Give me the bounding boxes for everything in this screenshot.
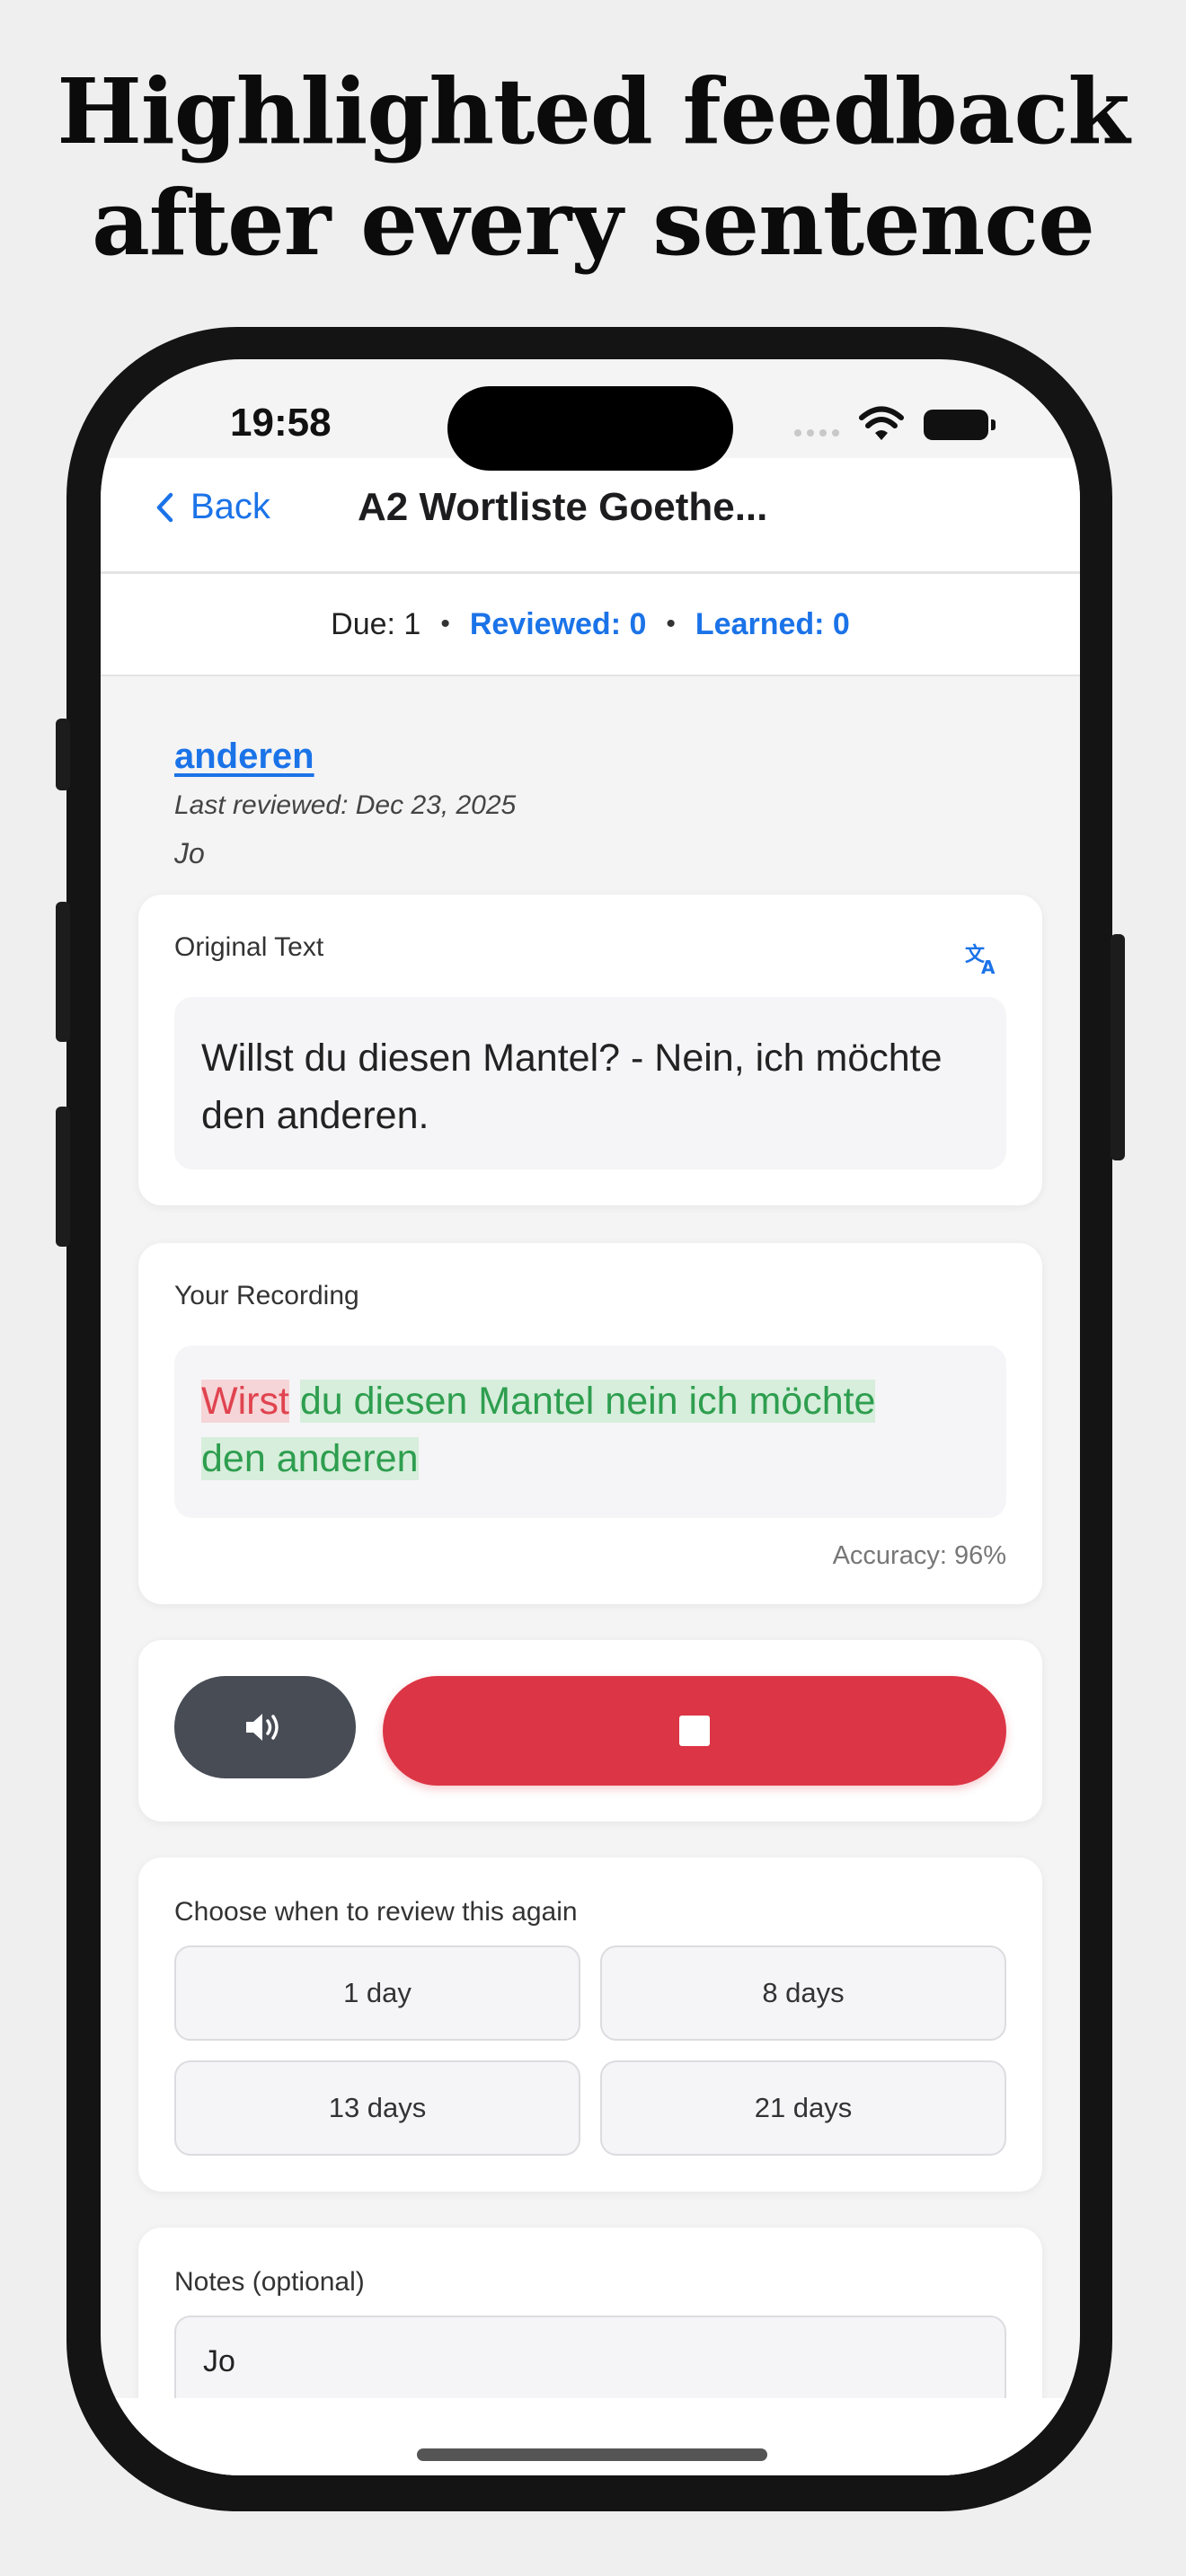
chevron-left-icon (156, 492, 173, 522)
recording-label: Your Recording (174, 1281, 359, 1310)
last-reviewed: Last reviewed: Dec 23, 2025 (174, 790, 517, 820)
separator-dot: • (440, 609, 450, 639)
incorrect-word-highlight: Wirst (201, 1380, 289, 1423)
svg-text:A: A (981, 957, 996, 975)
correct-words-line-2: den anderen (201, 1437, 419, 1480)
wifi-icon (859, 406, 904, 440)
headline: Highlighted feedback after every sentenc… (0, 56, 1186, 278)
stop-icon (679, 1716, 710, 1746)
separator-dot: • (666, 609, 676, 639)
original-text-card: Original Text 文 A Willst du diesen Mante… (138, 895, 1042, 1205)
original-text: Willst du diesen Mantel? - Nein, ich möc… (201, 1037, 943, 1137)
back-label: Back (190, 487, 270, 526)
word-link[interactable]: anderen (174, 737, 314, 777)
original-text-label: Original Text (174, 932, 324, 962)
phone-volume-up-button (56, 902, 70, 1042)
review-option-8-days[interactable]: 8 days (600, 1945, 1006, 2041)
phone-volume-down-button (56, 1107, 70, 1247)
cellular-signal-icon (794, 429, 839, 437)
accuracy-score: Accuracy: 96% (832, 1541, 1006, 1570)
correct-words-highlight: du diesen Mantel nein ich möchte den and… (201, 1380, 876, 1480)
word-note: Jo (174, 837, 205, 869)
battery-icon (924, 410, 996, 440)
page-title: A2 Wortliste Goethe... (358, 485, 768, 529)
review-option-21-days[interactable]: 21 days (600, 2060, 1006, 2156)
translate-icon[interactable]: 文 A (965, 940, 1001, 975)
stats-bar: Due: 1 • Reviewed: 0 • Learned: 0 (101, 574, 1080, 676)
bottom-safe-area (101, 2398, 1080, 2475)
correct-words-line-1: du diesen Mantel nein ich möchte (299, 1380, 876, 1423)
learned-count[interactable]: Learned: 0 (695, 607, 850, 642)
recording-card: Your Recording Wirst du diesen Mantel ne… (138, 1243, 1042, 1604)
back-button[interactable]: Back (155, 487, 270, 527)
review-interval-card: Choose when to review this again 1 day 8… (138, 1857, 1042, 2192)
notes-label: Notes (optional) (174, 2267, 365, 2297)
review-option-1-day[interactable]: 1 day (174, 1945, 580, 2041)
dynamic-island (447, 386, 733, 471)
headline-line-1: Highlighted feedback (57, 58, 1129, 164)
status-time: 19:58 (230, 401, 332, 445)
headline-line-2: after every sentence (92, 170, 1095, 276)
phone-screen: 19:58 Back A2 Wortliste Goethe... Due: 1… (101, 359, 1080, 2475)
review-option-13-days[interactable]: 13 days (174, 2060, 580, 2156)
reviewed-count[interactable]: Reviewed: 0 (470, 607, 647, 642)
play-audio-button[interactable] (174, 1676, 356, 1778)
original-text-box: Willst du diesen Mantel? - Nein, ich möc… (174, 997, 1006, 1169)
stop-recording-button[interactable] (383, 1676, 1006, 1786)
due-count: Due: 1 (331, 606, 421, 641)
phone-side-button (1111, 934, 1125, 1160)
review-interval-label: Choose when to review this again (174, 1897, 578, 1927)
playback-controls-card (138, 1640, 1042, 1822)
recording-transcript-box: Wirst du diesen Mantel nein ich möchte d… (174, 1345, 1006, 1518)
phone-action-button (56, 719, 70, 790)
speaker-icon (246, 1714, 279, 1741)
home-indicator[interactable] (417, 2448, 767, 2461)
